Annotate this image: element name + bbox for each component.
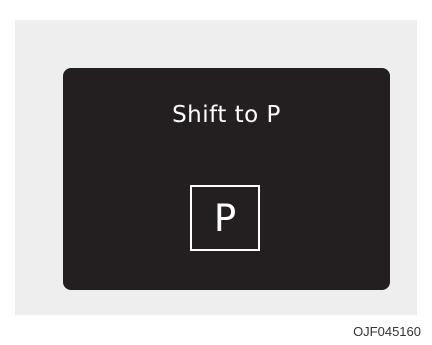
park-indicator-box: P: [190, 185, 260, 251]
shift-message: Shift to P: [172, 102, 281, 128]
cluster-display: Shift to P P: [63, 68, 390, 290]
figure-code: OJF045160: [353, 324, 421, 339]
backdrop: Shift to P P: [15, 20, 417, 315]
park-gear-letter: P: [213, 196, 237, 240]
